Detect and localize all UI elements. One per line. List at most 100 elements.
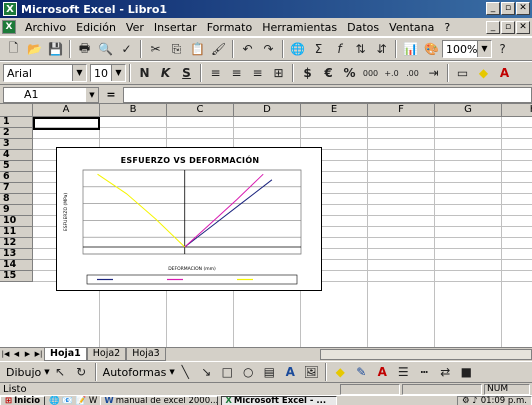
bold-button[interactable]: N [134, 63, 155, 83]
column-header-h[interactable]: H [502, 104, 532, 117]
column-header-f[interactable]: F [368, 104, 435, 117]
percent-icon[interactable]: % [339, 63, 360, 83]
help-icon[interactable]: ? [492, 39, 513, 59]
comma-style-icon[interactable]: 000 [360, 63, 381, 83]
hyperlink-icon[interactable]: 🌐 [287, 39, 308, 59]
dash-style-icon[interactable]: ┅ [414, 362, 435, 382]
arrow-style-icon[interactable]: ⇄ [435, 362, 456, 382]
undo-icon[interactable]: ↶ [237, 39, 258, 59]
draw-menu-button[interactable]: Dibujo [3, 366, 44, 379]
font-name-select[interactable]: Arial ▼ [3, 64, 87, 82]
font-color-icon[interactable]: A [494, 63, 515, 83]
italic-button[interactable]: K [155, 63, 176, 83]
sort-descending-icon[interactable]: ⇵ [371, 39, 392, 59]
sort-ascending-icon[interactable]: ⇅ [350, 39, 371, 59]
start-button[interactable]: ⊞ Inicio [0, 396, 46, 405]
cut-icon[interactable]: ✂ [145, 39, 166, 59]
indent-icon[interactable]: ⇥ [423, 63, 444, 83]
prev-sheet-icon[interactable]: ◀ [11, 350, 22, 358]
menu-datos[interactable]: Datos [342, 21, 384, 34]
column-header-d[interactable]: D [234, 104, 301, 117]
doc-minimize-button[interactable]: _ [486, 21, 500, 34]
menu-help[interactable]: ? [439, 21, 455, 34]
row-header-15[interactable]: 15 [0, 271, 33, 282]
function-icon[interactable]: f [329, 39, 350, 59]
zoom-select[interactable]: 100% ▼ [442, 40, 492, 58]
column-header-a[interactable]: A [33, 104, 100, 117]
save-icon[interactable]: 💾 [45, 39, 66, 59]
formula-equals-icon[interactable]: = [99, 88, 123, 101]
spelling-icon[interactable]: ✓ [116, 39, 137, 59]
underline-button[interactable]: S [176, 63, 197, 83]
font-size-select[interactable]: 10 ▼ [90, 64, 126, 82]
euro-icon[interactable]: € [318, 63, 339, 83]
next-sheet-icon[interactable]: ▶ [22, 350, 33, 358]
doc-restore-button[interactable]: ▫ [501, 21, 515, 34]
open-icon[interactable]: 📂 [24, 39, 45, 59]
sheet-tab-hoja1[interactable]: Hoja1 [44, 347, 87, 361]
column-header-b[interactable]: B [100, 104, 167, 117]
menu-insertar[interactable]: Insertar [149, 21, 202, 34]
workbook-icon[interactable]: X [2, 20, 16, 34]
active-cell[interactable] [33, 117, 100, 130]
print-icon[interactable]: 🖶 [74, 39, 95, 59]
menu-formato[interactable]: Formato [202, 21, 258, 34]
align-left-icon[interactable]: ≡ [205, 63, 226, 83]
rectangle-icon[interactable]: □ [217, 362, 238, 382]
clipart-icon[interactable]: 🖼 [301, 362, 322, 382]
formula-input[interactable] [123, 86, 532, 103]
drawing-icon[interactable]: 🎨 [421, 39, 442, 59]
decrease-decimal-icon[interactable]: .00 [402, 63, 423, 83]
autosum-icon[interactable]: Σ [308, 39, 329, 59]
line-style-icon[interactable]: ☰ [393, 362, 414, 382]
line-icon[interactable]: ╲ [175, 362, 196, 382]
horizontal-scrollbar[interactable] [320, 349, 532, 360]
close-button[interactable]: ✕ [516, 2, 530, 15]
menu-edicion[interactable]: Edición [71, 21, 121, 34]
wordart-icon[interactable]: A [280, 362, 301, 382]
align-right-icon[interactable]: ≡ [247, 63, 268, 83]
paste-icon[interactable]: 📋 [187, 39, 208, 59]
autoshapes-menu-button[interactable]: Autoformas [100, 366, 170, 379]
column-header-e[interactable]: E [301, 104, 368, 117]
borders-icon[interactable]: ▭ [452, 63, 473, 83]
maximize-button[interactable]: ▫ [501, 2, 515, 15]
print-preview-icon[interactable]: 🔍 [95, 39, 116, 59]
line-color-icon[interactable]: ✎ [351, 362, 372, 382]
new-icon[interactable]: 🗋 [3, 39, 24, 59]
sheet-tab-hoja3[interactable]: Hoja3 [126, 347, 166, 361]
oval-icon[interactable]: ○ [238, 362, 259, 382]
redo-icon[interactable]: ↷ [258, 39, 279, 59]
fill-color-icon[interactable]: ◆ [330, 362, 351, 382]
menu-herramientas[interactable]: Herramientas [257, 21, 342, 34]
copy-icon[interactable]: ⎘ [166, 39, 187, 59]
menu-ventana[interactable]: Ventana [384, 21, 439, 34]
currency-icon[interactable]: $ [297, 63, 318, 83]
menu-ver[interactable]: Ver [121, 21, 149, 34]
format-painter-icon[interactable]: 🖌 [208, 39, 229, 59]
font-color-icon[interactable]: A [372, 362, 393, 382]
first-sheet-icon[interactable]: |◀ [0, 350, 11, 358]
menu-archivo[interactable]: Archivo [20, 21, 71, 34]
arrow-icon[interactable]: ↘ [196, 362, 217, 382]
shadow-icon[interactable]: ■ [456, 362, 477, 382]
fill-color-icon[interactable]: ◆ [473, 63, 494, 83]
taskbar-item-manual[interactable]: W manual de excel 2000... [100, 396, 219, 405]
doc-close-button[interactable]: ✕ [516, 21, 530, 34]
merge-center-icon[interactable]: ⊞ [268, 63, 289, 83]
column-header-c[interactable]: C [167, 104, 234, 117]
select-objects-icon[interactable]: ↖ [50, 362, 71, 382]
increase-decimal-icon[interactable]: +.0 [381, 63, 402, 83]
name-box[interactable]: A1 ▼ [3, 86, 99, 103]
column-header-g[interactable]: G [435, 104, 502, 117]
sheet-tab-hoja2[interactable]: Hoja2 [86, 347, 127, 361]
worksheet-grid[interactable]: ABCDEFGH123456789101112131415 ESFUERZO V… [0, 104, 532, 347]
chart[interactable]: ESFUERZO VS DEFORMACIÓN ESFUERZO (MPa) D… [56, 147, 322, 291]
align-center-icon[interactable]: ≡ [226, 63, 247, 83]
quick-launch-icon[interactable]: 🌐 📧 📝 W [49, 396, 97, 405]
textbox-icon[interactable]: ▤ [259, 362, 280, 382]
last-sheet-icon[interactable]: ▶| [33, 350, 44, 358]
taskbar-item-excel[interactable]: X Microsoft Excel - ... [221, 396, 338, 405]
minimize-button[interactable]: _ [486, 2, 500, 15]
chart-wizard-icon[interactable]: 📊 [400, 39, 421, 59]
